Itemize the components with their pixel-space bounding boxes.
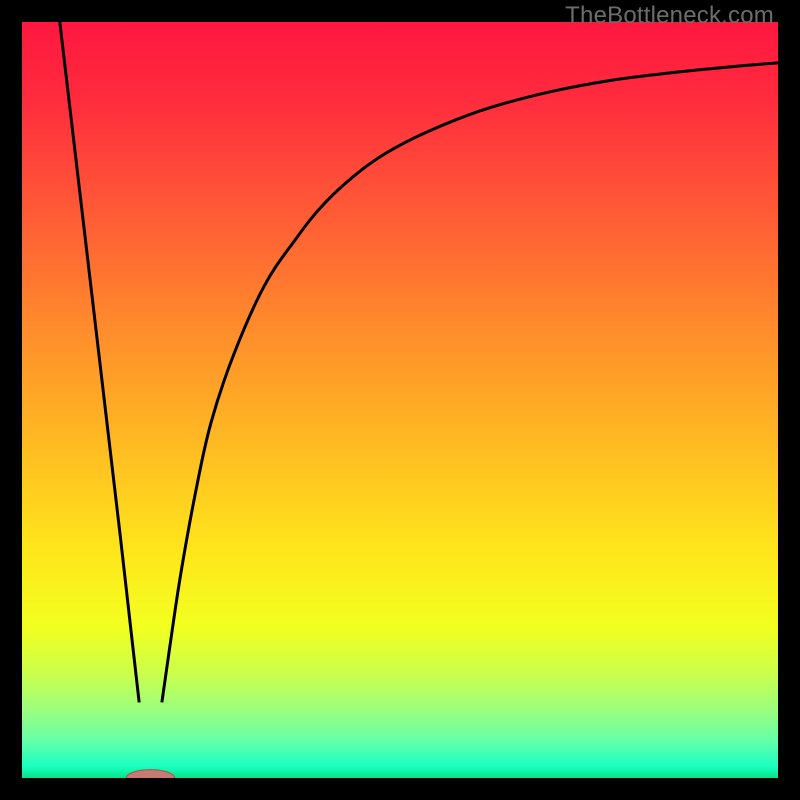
chart-frame	[22, 22, 778, 778]
bottleneck-chart	[22, 22, 778, 778]
watermark-text: TheBottleneck.com	[565, 2, 774, 30]
